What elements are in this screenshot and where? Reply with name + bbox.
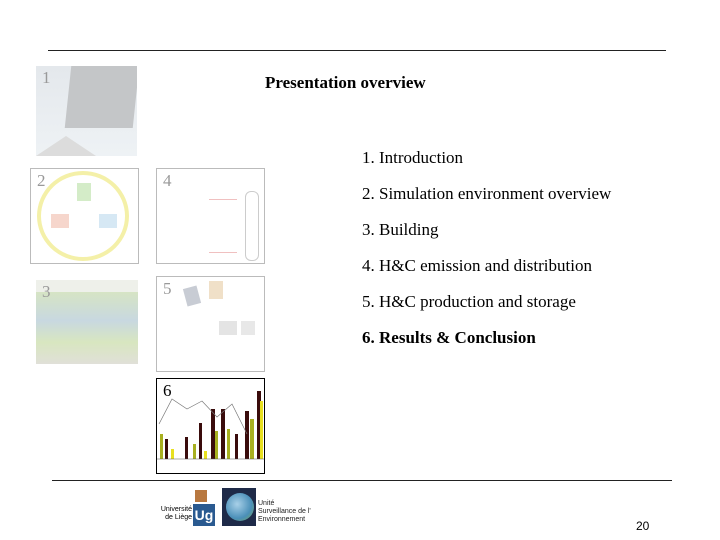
thumbnail-building: 3 <box>36 280 138 364</box>
top-rule <box>48 50 666 51</box>
agenda-item-emission-distribution[interactable]: 4. H&C emission and distribution <box>362 256 592 276</box>
thumbnail-emission-distribution: 4 <box>156 168 265 264</box>
university-logo: Université de Liège Ug <box>158 488 218 528</box>
page-title: Presentation overview <box>265 73 426 92</box>
university-name-line: de Liège <box>165 514 192 521</box>
agenda-item-building[interactable]: 3. Building <box>362 220 439 240</box>
agenda-item-simulation-environment[interactable]: 2. Simulation environment overview <box>362 184 611 204</box>
agenda-item-results-conclusion[interactable]: 6. Results & Conclusion <box>362 328 536 348</box>
thumbnail-results: 6 <box>156 378 265 474</box>
unit-name-line: Surveillance de l' <box>258 508 311 515</box>
agenda-item-introduction[interactable]: 1. Introduction <box>362 148 463 168</box>
thumbnail-simulation-environment: 2 <box>30 168 139 264</box>
agenda-item-production-storage[interactable]: 5. H&C production and storage <box>362 292 576 312</box>
results-chart-thumbnail <box>157 391 264 460</box>
thumbnail-number: 3 <box>42 282 51 301</box>
page-number: 20 <box>636 519 650 533</box>
thumbnail-number: 2 <box>37 171 46 190</box>
unit-name-line: Environnement <box>258 516 306 523</box>
slide: 1 2 4 3 5 6 Presentation overview 1. Int… <box>0 0 720 540</box>
thumbnail-production-storage: 5 <box>156 276 265 372</box>
unit-logo: Unité Surveillance de l' Environnement <box>222 488 312 526</box>
university-name-line: Université <box>160 506 192 513</box>
thumbnail-number: 4 <box>163 171 172 190</box>
thumbnail-number: 1 <box>42 68 51 87</box>
thumbnail-introduction: 1 <box>36 66 137 156</box>
unit-name-line: Unité <box>258 500 275 507</box>
thumbnail-number: 6 <box>163 381 172 400</box>
thumbnail-number: 5 <box>163 279 172 298</box>
bottom-rule <box>52 480 672 481</box>
